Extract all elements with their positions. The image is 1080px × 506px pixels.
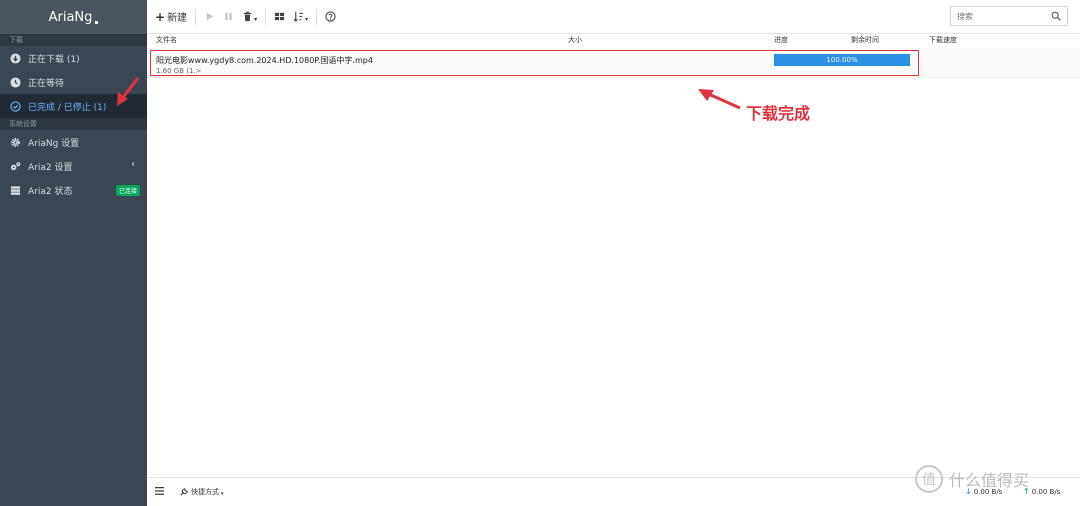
sidebar-item-downloading[interactable]: 正在下载 (1) (0, 46, 147, 70)
search-box (950, 6, 1068, 26)
sidebar-item-label: 正在下载 (1) (28, 54, 80, 65)
caret-down-icon: ▾ (305, 16, 309, 23)
trash-icon (243, 11, 252, 22)
shortcut-label: 快捷方式 (191, 488, 219, 496)
brand-title: AriaNg (48, 9, 93, 25)
search-icon[interactable] (1051, 11, 1061, 21)
gears-icon (10, 161, 21, 172)
caret-down-icon (95, 20, 99, 24)
watermark-logo: 值 (915, 465, 943, 493)
caret-down-icon: ▾ (221, 491, 224, 497)
check-circle-icon (10, 100, 21, 112)
status-badge: 已连接 (115, 185, 140, 196)
sort-button[interactable]: ▾ (293, 7, 308, 27)
sidebar-item-aria2-status[interactable]: Aria2 状态 已连接 (0, 178, 147, 202)
arrow-icon (698, 89, 741, 110)
sidebar: AriaNg 下载 正在下载 (1) 正在等待 已完成 / 已停止 (1) 系统… (0, 0, 147, 506)
sort-icon (293, 11, 304, 22)
question-circle-icon (325, 11, 336, 22)
section-title-settings: 系统设置 (0, 118, 147, 130)
pause-button[interactable] (223, 7, 234, 27)
toolbar-divider (195, 8, 197, 25)
caret-down-icon: ▾ (254, 16, 258, 23)
sidebar-item-label: Aria2 状态 (28, 186, 73, 197)
column-header-size[interactable]: 大小 (568, 35, 582, 45)
column-header-name[interactable]: 文件名 (156, 35, 177, 45)
sidebar-item-aria2-settings[interactable]: Aria2 设置 ‹ (0, 154, 147, 178)
help-button[interactable] (325, 7, 336, 27)
sidebar-item-stopped[interactable]: 已完成 / 已停止 (1) (0, 94, 147, 118)
section-title-download: 下载 (0, 34, 147, 46)
pause-icon (225, 12, 232, 21)
column-header-progress[interactable]: 进度 (774, 35, 788, 45)
play-icon (206, 12, 214, 21)
new-button-label: 新建 (167, 13, 188, 24)
brand[interactable]: AriaNg (0, 0, 147, 34)
start-button[interactable] (204, 7, 215, 27)
toolbar: + 新建 ▾ ▾ (147, 0, 1080, 34)
display-order-button[interactable] (274, 7, 285, 27)
server-icon (10, 185, 21, 196)
watermark: 值 什么值得买 (915, 465, 1029, 493)
sidebar-item-label: Aria2 设置 (28, 162, 73, 173)
gear-icon (10, 137, 21, 148)
new-button[interactable]: + 新建 (155, 7, 187, 27)
sidebar-item-label: 已完成 / 已停止 (1) (28, 102, 107, 113)
column-header-remaining[interactable]: 剩余时间 (851, 35, 879, 45)
clock-icon (10, 76, 21, 88)
chevron-left-icon: ‹ (131, 159, 135, 170)
watermark-text: 什么值得买 (949, 471, 1030, 490)
table-header: 文件名 大小 进度 剩余时间 下载速度 (147, 34, 1080, 46)
column-header-speed[interactable]: 下载速度 (929, 35, 957, 45)
toolbar-divider (265, 8, 267, 25)
highlight-box (150, 50, 919, 76)
plus-icon: + (155, 9, 166, 24)
upload-speed-value: 0.00 B/s (1031, 487, 1061, 496)
shortcut-menu[interactable]: 快捷方式 ▾ (180, 487, 224, 497)
download-circle-icon (10, 52, 21, 64)
toolbar-divider (316, 8, 318, 25)
delete-button[interactable]: ▾ (242, 7, 257, 27)
annotation-label: 下载完成 (746, 104, 811, 123)
wrench-icon (180, 488, 188, 496)
sidebar-item-ariang-settings[interactable]: AriaNg 设置 (0, 130, 147, 154)
sidebar-item-label: AriaNg 设置 (28, 138, 80, 149)
grid-icon (274, 12, 285, 21)
sidebar-item-waiting[interactable]: 正在等待 (0, 70, 147, 94)
menu-icon[interactable] (155, 487, 164, 497)
search-input[interactable] (951, 11, 1047, 21)
sidebar-item-label: 正在等待 (28, 78, 65, 89)
